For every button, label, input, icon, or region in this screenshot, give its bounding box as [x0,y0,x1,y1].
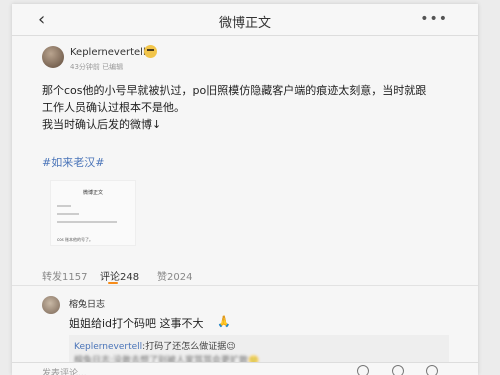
nav-bar: ‹ 微博正文 ••• [12,4,478,36]
sunglasses-emoji-icon [144,45,157,58]
bottom-bar: 发表评论... [12,362,478,375]
tab-reposts[interactable]: 转发1157 [42,268,87,283]
post-time: 43分钟前 [70,63,100,71]
post-body: 那个cos他的小号早就被扒过，po旧照模仿隐藏客户端的痕迹太刻意，当时就跟 工作… [42,82,462,133]
interaction-tabs: 转发1157 评论248 赞2024 [12,266,478,286]
tab-likes[interactable]: 赞2024 [157,268,192,283]
embedded-text-line [57,213,79,215]
photo-background: ‹ 微博正文 ••• Keplernevertell 43分钟前 已编辑 那个c… [0,0,500,375]
commenter-name[interactable]: 榕兔日志 [69,297,105,310]
commenter-avatar[interactable] [42,296,60,314]
post-line: 我当时确认后发的微博↓ [42,118,162,131]
active-tab-indicator [108,282,118,284]
embedded-screenshot[interactable]: 微博正文 cos 账本他的号了。 [50,180,136,246]
reply-author[interactable]: Keplernevertell [74,342,142,352]
embedded-text-line [57,205,71,207]
page-title: 微博正文 [218,16,271,31]
reply-line: Keplernevertell:打码了还怎么做证据😉 [74,339,236,352]
more-options-icon[interactable]: ••• [420,11,448,27]
hashtag-link[interactable]: #如来老汉# [42,154,104,170]
author-avatar[interactable] [42,46,64,68]
comment-input[interactable]: 发表评论... [42,366,87,375]
post-line: 工作人员确认过根本不是他。 [42,101,185,114]
author-name[interactable]: Keplernevertell [70,47,146,58]
comment-icon[interactable] [392,365,404,375]
reply-text: :打码了还怎么做证据😉 [142,342,236,352]
phone-screen: ‹ 微博正文 ••• Keplernevertell 43分钟前 已编辑 那个c… [12,4,478,375]
repost-icon[interactable] [357,365,369,375]
tab-comments[interactable]: 评论248 [100,268,139,283]
praying-hands-icon: 🙏 [217,315,231,328]
post-meta: 43分钟前 已编辑 [70,62,123,72]
embedded-title: 微博正文 [82,190,103,196]
embedded-caption: cos 账本他的号了。 [57,237,94,242]
reply-preview[interactable]: Keplernevertell:打码了还怎么做证据😉 榕兔日志:没敢去想了别被人… [69,335,449,366]
comment-text: 姐姐给id打个码吧 这事不大 [69,317,204,330]
post-line: 那个cos他的小号早就被扒过，po旧照模仿隐藏客户端的痕迹太刻意，当时就跟 [42,84,427,97]
post-edited-label: 已编辑 [102,63,124,71]
embedded-text-line [57,221,117,223]
like-icon[interactable] [426,365,438,375]
